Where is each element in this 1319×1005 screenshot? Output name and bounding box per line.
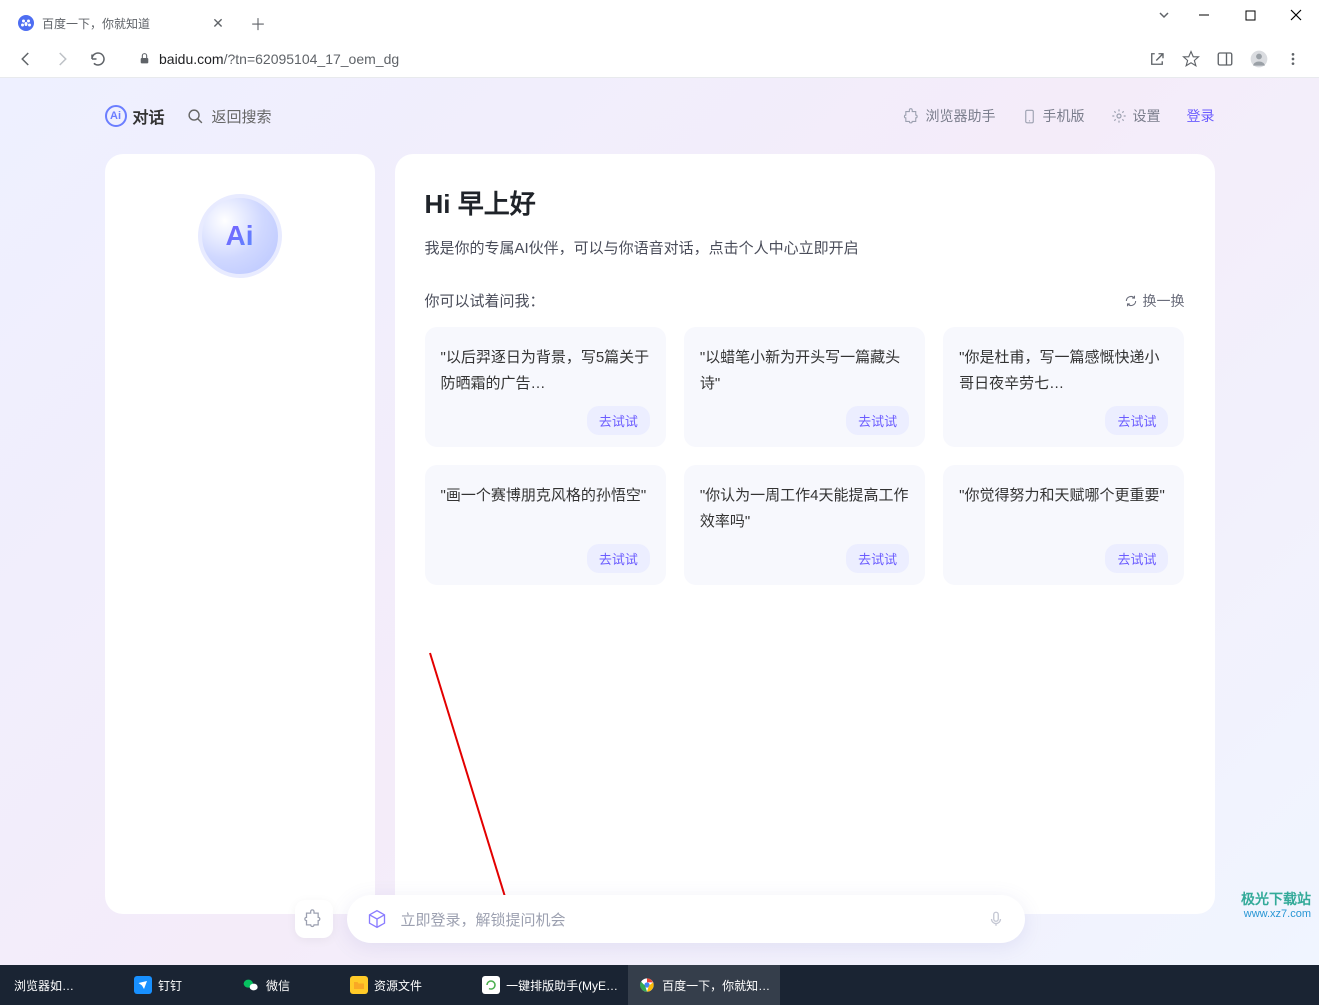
refresh-button[interactable]: 换一换 [1124, 291, 1185, 311]
refresh-label: 换一换 [1143, 291, 1185, 311]
bookmark-icon[interactable] [1175, 43, 1207, 75]
back-search-label: 返回搜索 [212, 106, 272, 127]
mobile-link[interactable]: 手机版 [1022, 106, 1085, 126]
try-button[interactable]: 去试试 [1105, 406, 1168, 435]
try-button[interactable]: 去试试 [587, 544, 650, 573]
puzzle-icon [903, 108, 920, 125]
settings-label: 设置 [1133, 106, 1161, 126]
prompt-card[interactable]: "以后羿逐日为背景，写5篇关于防晒霜的广告… 去试试 [425, 327, 666, 447]
url-input[interactable]: baidu.com/?tn=62095104_17_oem_dg [124, 44, 1131, 74]
dingtalk-icon [134, 976, 152, 994]
lock-icon [138, 52, 151, 65]
app-icon [482, 976, 500, 994]
plugin-button[interactable] [295, 900, 333, 938]
profile-icon[interactable] [1243, 43, 1275, 75]
nav-reload-button[interactable] [82, 43, 114, 75]
greeting-subtitle: 我是你的专属AI伙伴，可以与你语音对话，点击个人中心立即开启 [425, 237, 1185, 258]
windows-taskbar: 浏览器如… 钉钉 微信 资源文件 一键排版助手(MyE… 百度一下，你就知… [0, 965, 1319, 1005]
ai-orb-text: Ai [226, 220, 254, 252]
taskbar-label: 钉钉 [158, 977, 182, 994]
helper-label: 浏览器助手 [926, 106, 996, 126]
prompt-card[interactable]: "以蜡笔小新为开头写一篇藏头诗" 去试试 [684, 327, 925, 447]
taskbar-label: 百度一下，你就知… [662, 977, 770, 994]
mobile-label: 手机版 [1043, 106, 1085, 126]
nav-forward-button[interactable] [46, 43, 78, 75]
page-content: Ai 对话 返回搜索 浏览器助手 手机版 [0, 78, 1319, 965]
gear-icon [1111, 108, 1127, 124]
prompt-grid: "以后羿逐日为背景，写5篇关于防晒霜的广告… 去试试 "以蜡笔小新为开头写一篇藏… [425, 327, 1185, 585]
prompt-text: "你觉得努力和天赋哪个更重要" [959, 483, 1168, 509]
try-button[interactable]: 去试试 [846, 544, 909, 573]
prompt-text: "以蜡笔小新为开头写一篇藏头诗" [700, 345, 909, 396]
window-minimize-button[interactable] [1181, 0, 1227, 30]
page-topnav: Ai 对话 返回搜索 浏览器助手 手机版 [105, 96, 1215, 136]
browser-helper-link[interactable]: 浏览器助手 [903, 106, 996, 126]
taskbar-label: 一键排版助手(MyE… [506, 977, 618, 994]
wechat-icon [242, 976, 260, 994]
chat-input[interactable]: 立即登录，解锁提问机会 [347, 895, 1025, 943]
taskbar-item[interactable]: 一键排版助手(MyE… [472, 965, 628, 1005]
prompt-text: "你是杜甫，写一篇感慨快递小哥日夜辛劳七… [959, 345, 1168, 396]
browser-tab[interactable]: 百度一下，你就知道 ✕ [8, 6, 238, 40]
side-panel-icon[interactable] [1209, 43, 1241, 75]
folder-icon [350, 976, 368, 994]
prompt-text: "你认为一周工作4天能提高工作效率吗" [700, 483, 909, 534]
ai-orb-icon: Ai [198, 194, 282, 278]
taskbar-label: 资源文件 [374, 977, 422, 994]
browser-titlebar: 百度一下，你就知道 ✕ ＋ [0, 0, 1319, 40]
mic-icon[interactable] [987, 909, 1005, 929]
prompt-text: "画一个赛博朋克风格的孙悟空" [441, 483, 650, 509]
nav-back-button[interactable] [10, 43, 42, 75]
search-icon [187, 108, 204, 125]
login-label: 登录 [1187, 106, 1215, 126]
input-placeholder: 立即登录，解锁提问机会 [401, 909, 973, 930]
taskbar-item[interactable]: 微信 [232, 965, 300, 1005]
prompt-card[interactable]: "你觉得努力和天赋哪个更重要" 去试试 [943, 465, 1184, 585]
menu-icon[interactable] [1277, 43, 1309, 75]
chat-tab[interactable]: Ai 对话 [105, 104, 165, 128]
login-link[interactable]: 登录 [1187, 106, 1215, 126]
sidebar-panel: Ai [105, 154, 375, 914]
prompt-card[interactable]: "你认为一周工作4天能提高工作效率吗" 去试试 [684, 465, 925, 585]
prompt-text: "以后羿逐日为背景，写5篇关于防晒霜的广告… [441, 345, 650, 396]
url-text: baidu.com/?tn=62095104_17_oem_dg [159, 51, 399, 67]
taskbar-label: 浏览器如… [14, 977, 74, 994]
window-controls [1147, 0, 1319, 30]
cube-icon [367, 909, 387, 929]
mobile-icon [1022, 109, 1037, 124]
try-label: 你可以试着问我： [425, 290, 545, 311]
tab-close-button[interactable]: ✕ [210, 15, 226, 31]
ai-badge-icon: Ai [105, 105, 127, 127]
taskbar-item[interactable]: 钉钉 [124, 965, 192, 1005]
tab-title: 百度一下，你就知道 [42, 15, 202, 32]
baidu-favicon-icon [18, 15, 34, 31]
back-to-search-link[interactable]: 返回搜索 [187, 106, 272, 127]
try-button[interactable]: 去试试 [846, 406, 909, 435]
chrome-icon [638, 976, 656, 994]
try-button[interactable]: 去试试 [587, 406, 650, 435]
window-maximize-button[interactable] [1227, 0, 1273, 30]
try-button[interactable]: 去试试 [1105, 544, 1168, 573]
taskbar-item-active[interactable]: 百度一下，你就知… [628, 965, 780, 1005]
taskbar-item[interactable]: 资源文件 [340, 965, 432, 1005]
prompt-card[interactable]: "画一个赛博朋克风格的孙悟空" 去试试 [425, 465, 666, 585]
watermark: 极光下载站 www.xz7.com [1241, 891, 1311, 921]
refresh-icon [1124, 294, 1138, 308]
taskbar-label: 微信 [266, 977, 290, 994]
greeting-title: Hi 早上好 [425, 184, 1185, 221]
new-tab-button[interactable]: ＋ [244, 9, 272, 37]
main-panel: Hi 早上好 我是你的专属AI伙伴，可以与你语音对话，点击个人中心立即开启 你可… [395, 154, 1215, 914]
settings-link[interactable]: 设置 [1111, 106, 1161, 126]
tab-dropdown-icon[interactable] [1147, 0, 1181, 30]
chat-label: 对话 [133, 104, 165, 128]
share-icon[interactable] [1141, 43, 1173, 75]
browser-address-bar: baidu.com/?tn=62095104_17_oem_dg [0, 40, 1319, 78]
prompt-card[interactable]: "你是杜甫，写一篇感慨快递小哥日夜辛劳七… 去试试 [943, 327, 1184, 447]
taskbar-item[interactable]: 浏览器如… [4, 965, 84, 1005]
window-close-button[interactable] [1273, 0, 1319, 30]
chat-input-area: 立即登录，解锁提问机会 [295, 895, 1025, 943]
